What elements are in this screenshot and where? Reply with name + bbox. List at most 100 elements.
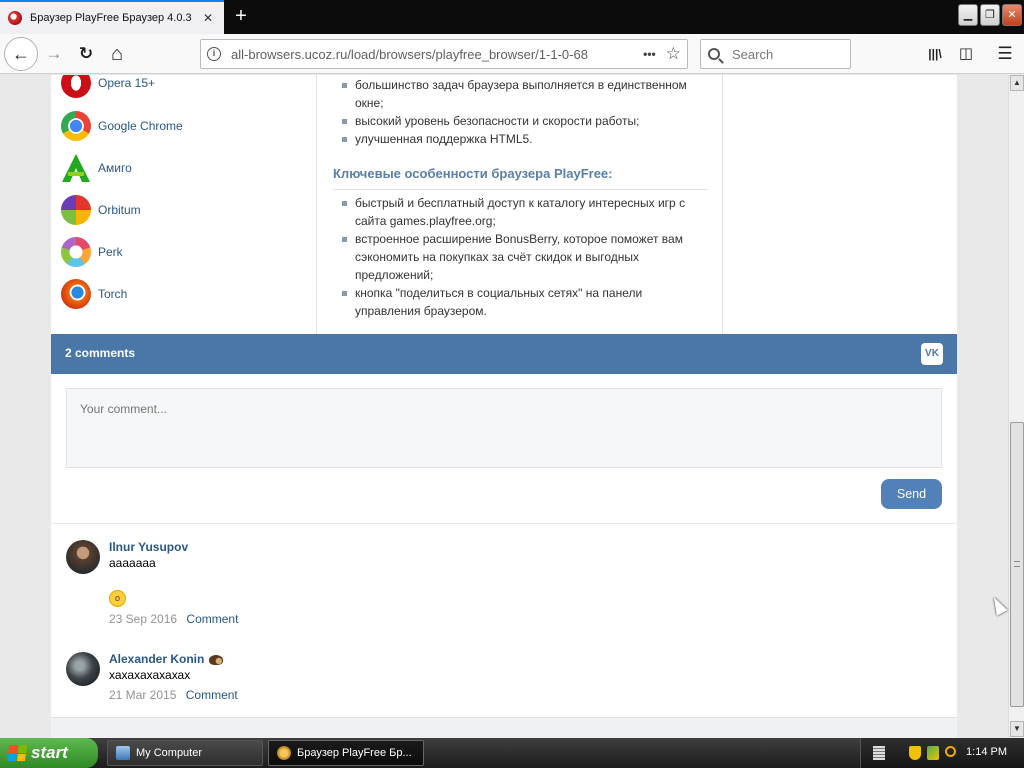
back-button[interactable]: ← xyxy=(4,37,38,71)
list-item: большинство задач браузера выполняется в… xyxy=(333,76,708,112)
browser-list-item[interactable]: Torch xyxy=(61,278,127,310)
address-bar[interactable]: i all-browsers.ucoz.ru/load/browsers/pla… xyxy=(200,39,688,69)
minimize-button[interactable]: ▁ xyxy=(958,4,978,26)
browser-name[interactable]: Google Chrome xyxy=(98,119,183,133)
browser-list-item[interactable]: Opera 15+ xyxy=(61,75,155,99)
browser-name[interactable]: Амиго xyxy=(98,161,132,175)
system-tray: 1:14 PM xyxy=(860,738,1024,768)
hedgehog-icon xyxy=(209,654,224,665)
avatar[interactable] xyxy=(66,540,100,574)
search-tray-icon[interactable] xyxy=(945,746,956,757)
taskbar-item-my-computer[interactable]: My Computer xyxy=(107,740,263,766)
home-button[interactable]: ⌂ xyxy=(103,40,131,68)
scrollbar-thumb[interactable] xyxy=(1010,422,1024,707)
chrome-icon xyxy=(61,111,91,141)
url-text[interactable]: all-browsers.ucoz.ru/load/browsers/playf… xyxy=(231,47,633,62)
comment-author[interactable]: Alexander Konin xyxy=(109,652,224,666)
window-controls: ▁ ❐ ✕ xyxy=(958,4,1022,26)
keyboard-icon[interactable] xyxy=(873,746,885,760)
divider xyxy=(51,523,957,524)
taskbar-item-label: Браузер PlayFree Бр... xyxy=(297,747,412,759)
comment-meta: 21 Mar 2015 Comment xyxy=(109,688,238,702)
taskbar-item-playfree[interactable]: Браузер PlayFree Бр... xyxy=(268,740,424,766)
avatar[interactable] xyxy=(66,652,100,686)
comment-meta: 23 Sep 2016 Comment xyxy=(109,612,238,626)
library-icon[interactable]: |||\ xyxy=(924,44,946,64)
browser-list: Opera 15+ Google Chrome Амиго Orbitum Pe… xyxy=(51,75,317,334)
restore-button[interactable]: ❐ xyxy=(980,4,1000,26)
browser-list-item[interactable]: Orbitum xyxy=(61,194,141,226)
perk-icon xyxy=(61,237,91,267)
list-item: высокий уровень безопасности и скорости … xyxy=(333,112,708,130)
list-item: быстрый и бесплатный доступ к каталогу и… xyxy=(333,194,708,230)
menu-icon[interactable]: ☰ xyxy=(994,44,1016,64)
comment-text: хахахахахахах xyxy=(109,668,191,682)
new-tab-button[interactable]: + xyxy=(230,5,252,27)
search-placeholder: Search xyxy=(732,46,774,62)
comment-author[interactable]: Ilnur Yusupov xyxy=(109,540,188,554)
list-item: улучшенная поддержка HTML5. xyxy=(333,130,708,148)
playfree-favicon-icon xyxy=(8,11,22,25)
comment-item: Ilnur Yusupov ааааааа o 23 Sep 2016 Comm… xyxy=(66,540,366,630)
scroll-down-icon[interactable]: ▼ xyxy=(1010,721,1024,737)
bookmark-star-icon[interactable]: ☆ xyxy=(666,44,681,64)
search-icon xyxy=(708,48,720,60)
browser-name[interactable]: Orbitum xyxy=(98,203,141,217)
search-bar[interactable]: Search xyxy=(700,39,851,69)
page-footer-edge xyxy=(51,717,957,738)
vertical-scrollbar[interactable]: ▲ ▼ xyxy=(1008,75,1024,738)
browser-list-item[interactable]: Амиго xyxy=(61,152,132,184)
web-content: Opera 15+ Google Chrome Амиго Orbitum Pe… xyxy=(0,75,1008,738)
features-heading: Ключевые особенности браузера PlayFree: xyxy=(333,166,708,190)
network-icon[interactable] xyxy=(927,746,939,760)
navigation-toolbar: ← → ↻ ⌂ i all-browsers.ucoz.ru/load/brow… xyxy=(0,34,1024,74)
taskbar: start My Computer Браузер PlayFree Бр...… xyxy=(0,738,1024,768)
comment-reply-link[interactable]: Comment xyxy=(186,688,238,702)
opera-icon xyxy=(61,75,91,98)
taskbar-item-label: My Computer xyxy=(136,747,203,759)
close-window-button[interactable]: ✕ xyxy=(1002,4,1022,26)
feature-list-top: большинство задач браузера выполняется в… xyxy=(333,76,708,148)
tab-close-icon[interactable]: ✕ xyxy=(200,11,216,25)
amigo-icon xyxy=(61,153,91,183)
comment-text: ааааааа xyxy=(109,556,156,570)
sidebar-icon[interactable]: ◫ xyxy=(955,44,977,64)
comment-reply-link[interactable]: Comment xyxy=(186,612,238,626)
list-item: встроенное расширение BonusBerry, которо… xyxy=(333,230,708,284)
send-button[interactable]: Send xyxy=(881,479,942,509)
key-features-list: быстрый и бесплатный доступ к каталогу и… xyxy=(333,194,708,320)
comment-date[interactable]: 23 Sep 2016 xyxy=(109,612,177,626)
start-button[interactable]: start xyxy=(0,738,98,768)
clock[interactable]: 1:14 PM xyxy=(966,746,1007,758)
comment-author-name[interactable]: Alexander Konin xyxy=(109,652,204,666)
browser-name[interactable]: Torch xyxy=(98,287,127,301)
comment-input[interactable] xyxy=(66,388,942,468)
scroll-up-icon[interactable]: ▲ xyxy=(1010,75,1024,91)
browser-name[interactable]: Opera 15+ xyxy=(98,76,155,90)
comments-header: 2 comments VK xyxy=(51,334,957,374)
browser-name[interactable]: Perk xyxy=(98,245,123,259)
forward-button[interactable]: → xyxy=(40,40,68,68)
reload-button[interactable]: ↻ xyxy=(72,40,100,68)
page-actions-icon[interactable]: ••• xyxy=(643,47,656,61)
scrollbar-grip-icon xyxy=(1014,561,1020,567)
vk-icon[interactable]: VK xyxy=(921,343,943,365)
comment-date[interactable]: 21 Mar 2015 xyxy=(109,688,176,702)
windows-logo-icon xyxy=(6,745,28,761)
title-bar: Браузер PlayFree Браузер 4.0.3 ✕ + ▁ ❐ ✕ xyxy=(0,0,1024,34)
orbitum-icon xyxy=(61,195,91,225)
comment-item: Alexander Konin хахахахахахах 21 Mar 201… xyxy=(66,652,366,712)
start-label: start xyxy=(31,743,68,762)
torch-icon xyxy=(61,279,91,309)
page-container: Opera 15+ Google Chrome Амиго Orbitum Pe… xyxy=(51,75,957,738)
tab-title: Браузер PlayFree Браузер 4.0.3 xyxy=(30,12,192,24)
computer-icon xyxy=(116,746,130,760)
shield-icon[interactable] xyxy=(909,746,921,760)
browser-list-item[interactable]: Perk xyxy=(61,236,123,268)
browser-list-item[interactable]: Google Chrome xyxy=(61,110,183,142)
site-info-icon[interactable]: i xyxy=(207,47,221,61)
list-item: кнопка "поделиться в социальных сетях" н… xyxy=(333,284,708,320)
comments-count: 2 comments xyxy=(65,346,136,360)
surprised-emoji-icon: o xyxy=(109,590,126,607)
browser-tab[interactable]: Браузер PlayFree Браузер 4.0.3 ✕ xyxy=(0,0,224,34)
